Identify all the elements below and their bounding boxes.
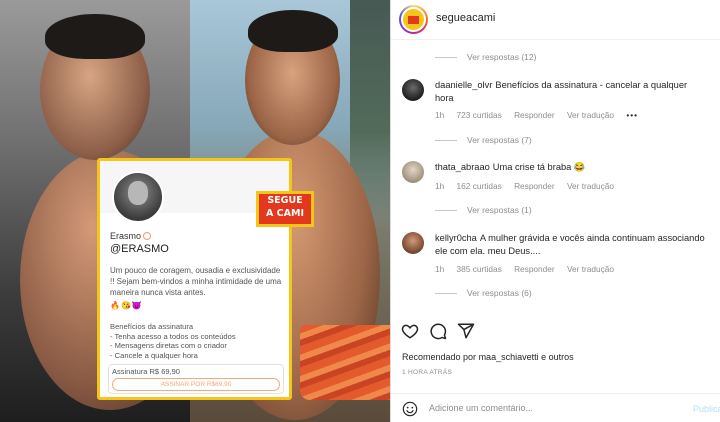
comment-avatar[interactable] bbox=[402, 79, 424, 101]
reply-button[interactable]: Responder bbox=[514, 110, 555, 120]
view-replies-label: Ver respostas (12) bbox=[467, 52, 537, 62]
verified-icon bbox=[143, 232, 152, 240]
comment-body: Uma crise tá braba 😂 bbox=[492, 162, 586, 172]
comment-time[interactable]: 1h bbox=[435, 264, 444, 274]
account-avatar[interactable] bbox=[399, 5, 428, 34]
comment-text: thata_abraao Uma crise tá braba 😂 bbox=[435, 161, 705, 174]
sticker-text: SEGUE A CAMI bbox=[259, 194, 311, 224]
reply-button[interactable]: Responder bbox=[514, 181, 555, 191]
comment-avatar[interactable] bbox=[402, 232, 424, 254]
account-avatar-logo bbox=[401, 7, 426, 32]
post-panel: segueacami Ver respostas (12) daanielle_… bbox=[390, 0, 720, 422]
translate-button[interactable]: Ver tradução bbox=[567, 181, 614, 191]
post-media[interactable]: Erasmo @ERASMO Um pouco de coragem, ousa… bbox=[0, 0, 390, 422]
translate-button[interactable]: Ver tradução bbox=[567, 110, 614, 120]
replies-line bbox=[435, 293, 457, 295]
comment-time[interactable]: 1h bbox=[435, 181, 444, 191]
replies-line bbox=[435, 210, 457, 212]
publish-button[interactable]: Publicar bbox=[693, 404, 720, 414]
view-replies-button[interactable]: Ver respostas (7) bbox=[435, 135, 532, 145]
comment-username[interactable]: daanielle_olvr bbox=[435, 80, 492, 90]
benefits-title: Benefícios da assinatura bbox=[110, 322, 194, 331]
subscribe-button: ASSINAR POR R$69,90 bbox=[112, 378, 280, 391]
hair-left bbox=[45, 14, 145, 59]
comment-meta: 1h 385 curtidas Responder Ver tradução bbox=[435, 264, 624, 274]
view-replies-label: Ver respostas (7) bbox=[467, 135, 532, 145]
view-replies-button[interactable]: Ver respostas (6) bbox=[435, 288, 532, 298]
emoji-icon[interactable] bbox=[402, 401, 418, 417]
card-emoji: 🔥😘😈 bbox=[110, 301, 143, 310]
comment-likes[interactable]: 162 curtidas bbox=[457, 181, 502, 191]
replies-line bbox=[435, 140, 457, 142]
post-header: segueacami bbox=[391, 0, 720, 40]
benefit-item: - Mensagens diretas com o criador bbox=[110, 341, 227, 350]
view-replies-button[interactable]: Ver respostas (12) bbox=[435, 52, 536, 62]
comment-avatar[interactable] bbox=[402, 161, 424, 183]
view-replies-label: Ver respostas (1) bbox=[467, 205, 532, 215]
comment-text: daanielle_olvr Benefícios da assinatura -… bbox=[435, 79, 705, 105]
add-comment-bar: Publicar bbox=[391, 393, 720, 422]
view-replies-label: Ver respostas (6) bbox=[467, 288, 532, 298]
liked-by-user[interactable]: maa_schiavetti bbox=[479, 352, 539, 362]
card-name-text: Erasmo bbox=[110, 231, 142, 241]
heart-icon[interactable] bbox=[401, 322, 419, 340]
subscription-price: Assinatura R$ 69,90 bbox=[112, 367, 180, 376]
comment-username[interactable]: thata_abraao bbox=[435, 162, 490, 172]
comment-likes[interactable]: 723 curtidas bbox=[457, 110, 502, 120]
replies-line bbox=[435, 57, 457, 59]
benefit-item: - Tenha acesso a todos os conteúdos bbox=[110, 331, 236, 341]
sticker-line-1: SEGUE bbox=[267, 195, 303, 206]
share-icon[interactable] bbox=[457, 322, 475, 340]
card-bio: Um pouco de coragem, ousadia e exclusivi… bbox=[110, 266, 282, 297]
swim-shorts bbox=[300, 325, 390, 400]
view-replies-button[interactable]: Ver respostas (1) bbox=[435, 205, 532, 215]
liked-by-others[interactable]: e outros bbox=[539, 352, 574, 362]
segue-a-cami-sticker: SEGUE A CAMI bbox=[256, 191, 314, 227]
liked-by-prefix: Recomendado por bbox=[402, 352, 479, 362]
card-avatar bbox=[112, 171, 164, 223]
comment-meta: 1h 162 curtidas Responder Ver tradução bbox=[435, 181, 624, 191]
account-username[interactable]: segueacami bbox=[436, 12, 495, 24]
liked-by: Recomendado por maa_schiavetti e outros bbox=[402, 352, 574, 362]
comment-time[interactable]: 1h bbox=[435, 110, 444, 120]
comment-icon[interactable] bbox=[429, 322, 447, 340]
action-bar bbox=[391, 317, 720, 347]
reply-button[interactable]: Responder bbox=[514, 264, 555, 274]
card-handle: @ERASMO bbox=[110, 243, 169, 255]
more-options-icon[interactable]: ••• bbox=[626, 110, 638, 120]
hair-right bbox=[248, 10, 338, 52]
comment-likes[interactable]: 385 curtidas bbox=[457, 264, 502, 274]
sticker-line-2: A CAMI bbox=[266, 208, 304, 219]
card-benefits: Benefícios da assinatura - Tenha acesso … bbox=[110, 322, 236, 360]
translate-button[interactable]: Ver tradução bbox=[567, 264, 614, 274]
comment-input[interactable] bbox=[429, 399, 659, 417]
comment-meta: 1h 723 curtidas Responder Ver tradução •… bbox=[435, 110, 648, 120]
post-timestamp[interactable]: 1 HORA ATRÁS bbox=[402, 369, 452, 376]
comment-text: kellyr0cha A mulher grávida e vocês ainda… bbox=[435, 232, 705, 258]
comment-username[interactable]: kellyr0cha bbox=[435, 233, 477, 243]
benefit-item: - Cancele a qualquer hora bbox=[110, 350, 198, 360]
card-name: Erasmo bbox=[110, 231, 152, 241]
